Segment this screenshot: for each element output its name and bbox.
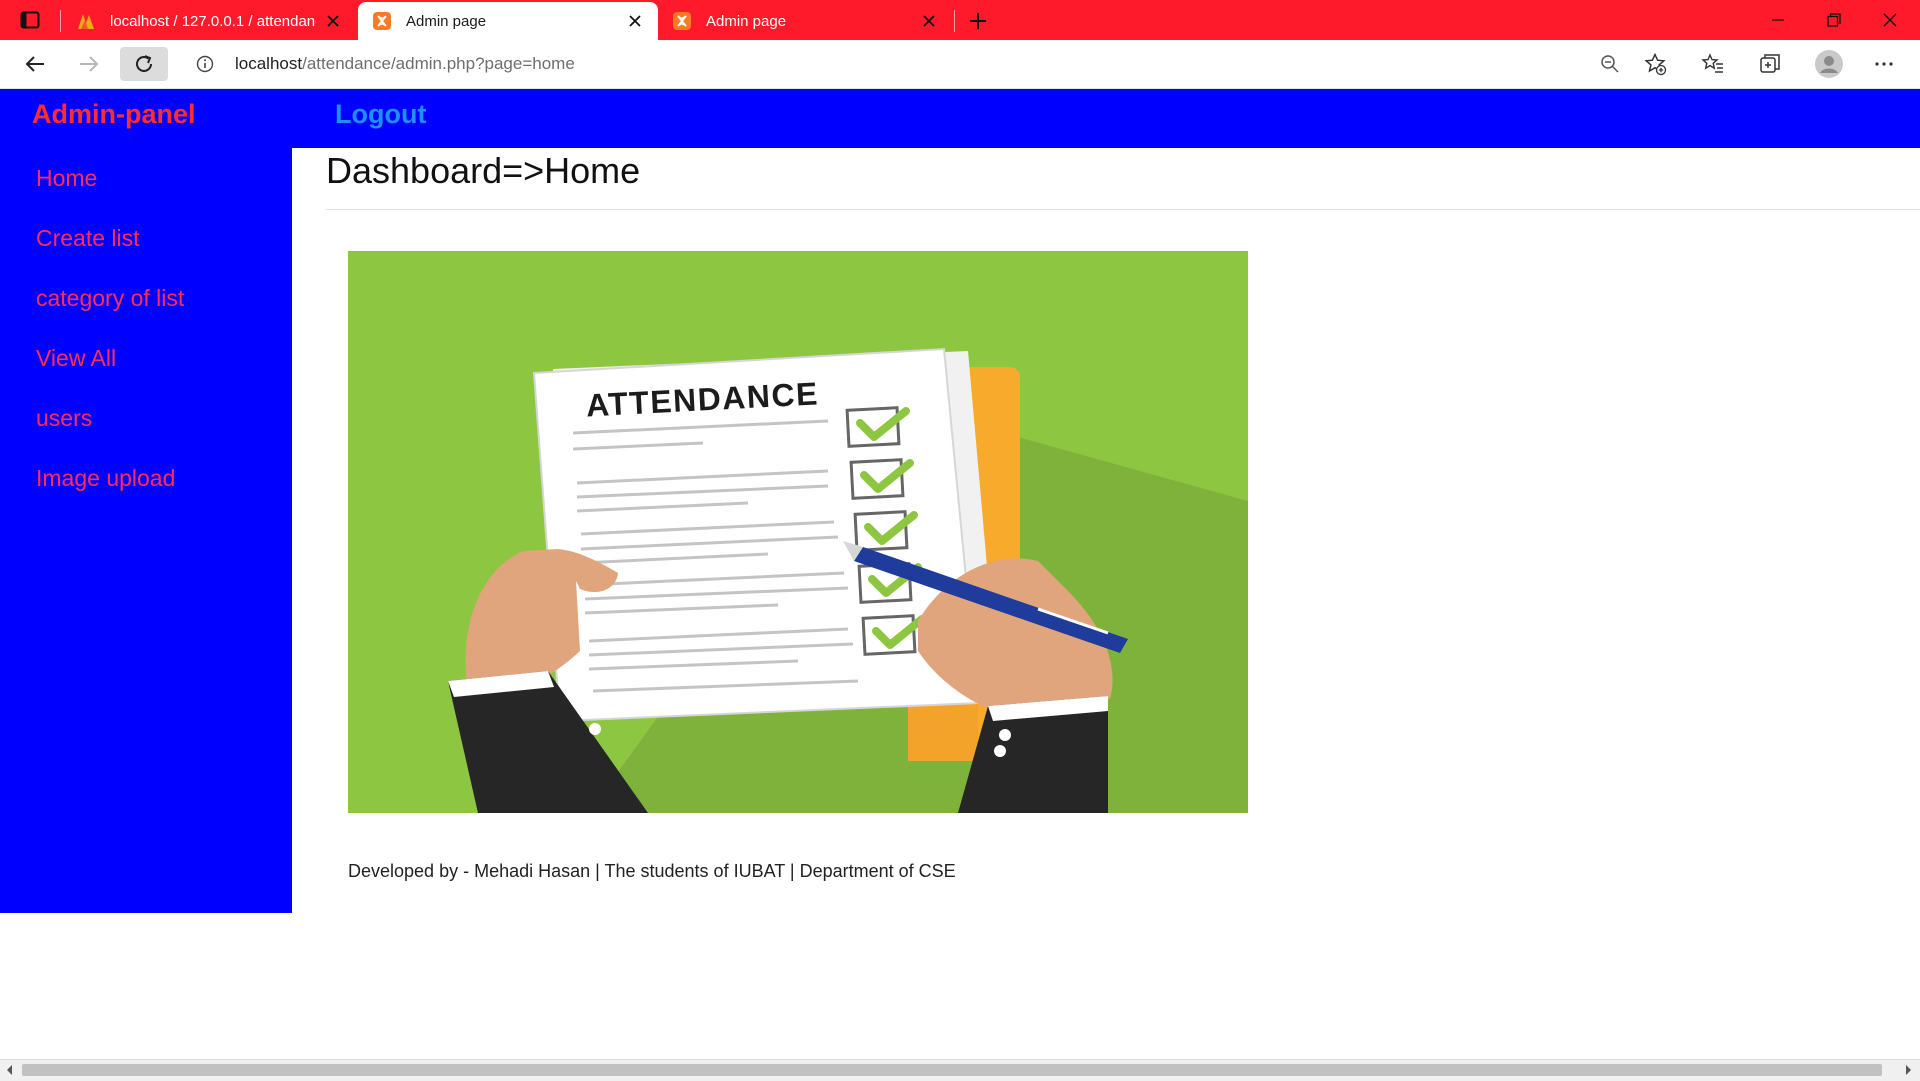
add-favorite-button[interactable] [1643,52,1667,76]
xampp-icon [673,12,691,30]
sidebar-item-category-of-list[interactable]: category of list [36,285,184,312]
close-tab-icon[interactable] [626,12,644,30]
sidebar-item-image-upload[interactable]: Image upload [36,465,175,492]
zoom-out-icon[interactable] [1600,54,1620,74]
collections-icon [1760,54,1780,73]
attendance-illustration: ATTENDANCE [348,251,1248,813]
top-navbar: Admin-panel Logout [0,89,1920,148]
avatar-icon [1815,50,1843,78]
attendance-illustration-svg: ATTENDANCE [348,251,1248,813]
tab-admin-page[interactable]: Admin page [658,2,952,40]
back-button[interactable] [18,47,52,81]
profile-button[interactable] [1815,50,1843,78]
forward-button[interactable] [72,47,106,81]
tab-separator [954,10,955,32]
arrow-right-icon [80,56,99,72]
collections-button[interactable] [1758,52,1782,76]
reload-button[interactable] [120,47,168,81]
tab-title: Admin page [706,12,787,30]
arrow-left-icon [25,56,44,72]
address-bar[interactable]: localhost/attendance/admin.php?page=home [180,46,1640,82]
chevron-right-icon [1906,1065,1911,1075]
tab-phpmyadmin[interactable]: localhost / 127.0.0.1 / attendance [62,2,356,40]
close-window-button[interactable] [1862,0,1918,40]
logout-link[interactable]: Logout [335,99,426,130]
tab-separator [60,10,61,32]
settings-more-button[interactable] [1872,52,1896,76]
restore-icon [1827,13,1841,27]
horizontal-scrollbar[interactable] [0,1059,1920,1081]
url-host: localhost [235,54,303,73]
scrollbar-thumb[interactable] [22,1064,1882,1076]
more-horizontal-icon [1875,62,1893,66]
chevron-left-icon [7,1065,12,1075]
phpmyadmin-icon [78,14,94,29]
divider [326,209,1920,210]
sidebar: Home Create list category of list View A… [0,148,292,913]
close-tab-icon[interactable] [920,12,938,30]
info-icon[interactable] [196,55,214,73]
page-title: Dashboard=>Home [326,150,641,191]
url-text[interactable]: localhost/attendance/admin.php?page=home [235,54,575,74]
restore-button[interactable] [1806,0,1862,40]
minimize-icon [1772,19,1784,21]
new-tab-button[interactable] [965,8,991,34]
favorites-icon [1701,53,1723,73]
sidebar-item-view-all[interactable]: View All [36,345,116,372]
footer-credit: Developed by - Mehadi Hasan | The studen… [348,861,956,881]
admin-panel-brand[interactable]: Admin-panel [32,99,196,130]
tab-title: localhost / 127.0.0.1 / attendance [110,12,316,30]
sidebar-item-users[interactable]: users [36,405,92,432]
plus-icon [970,13,986,29]
tab-actions-icon [20,11,40,29]
tab-title: Admin page [406,12,487,30]
favorites-button[interactable] [1701,52,1725,76]
scroll-left-arrow[interactable] [4,1064,16,1076]
url-path: /attendance/admin.php?page=home [302,54,575,73]
browser-toolbar: localhost/attendance/admin.php?page=home [0,40,1920,89]
scroll-right-arrow[interactable] [1902,1064,1914,1076]
sidebar-item-create-list[interactable]: Create list [36,225,140,252]
tab-admin-page-active[interactable]: Admin page [358,2,658,40]
tab-actions-button[interactable] [14,8,46,32]
xampp-icon [373,12,391,30]
star-add-icon [1644,52,1667,76]
minimize-button[interactable] [1750,0,1806,40]
close-tab-icon[interactable] [324,12,342,30]
browser-tab-bar: localhost / 127.0.0.1 / attendance Admin… [0,0,1920,40]
close-icon [1883,13,1897,27]
sidebar-item-home[interactable]: Home [36,165,97,192]
reload-icon [136,55,152,72]
